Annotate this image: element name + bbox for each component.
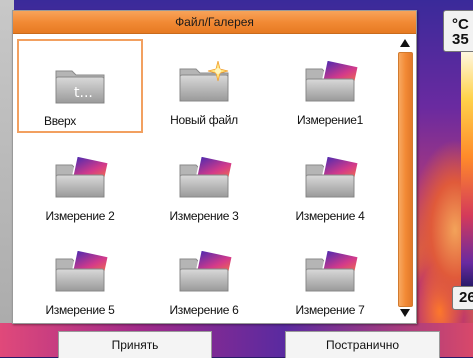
file-grid: t... Вверх Новый файл Измерение1 Измерен…: [13, 39, 393, 319]
item-label: Измерение 7: [295, 303, 365, 317]
gallery-item-up[interactable]: t... Вверх: [17, 39, 143, 133]
folder-up-icon: t...: [52, 63, 108, 107]
scroll-thumb[interactable]: [398, 52, 413, 307]
item-label: Измерение 2: [45, 209, 115, 223]
gallery-item-measurement-4[interactable]: Измерение 4: [267, 135, 393, 229]
gallery-item-new-file[interactable]: Новый файл: [141, 39, 267, 133]
temperature-max-label: °C 35: [443, 10, 473, 52]
gallery-item-measurement-6[interactable]: Измерение 6: [141, 229, 267, 323]
item-label: Измерение 6: [169, 303, 239, 317]
folder-thermal-image-icon: [302, 249, 360, 295]
gallery-item-measurement-2[interactable]: Измерение 2: [17, 135, 143, 229]
temperature-min-label: 26: [452, 286, 473, 310]
temperature-scale-bar: [461, 52, 473, 286]
scroll-up-arrow-icon[interactable]: [400, 39, 410, 47]
item-label: Вверх: [44, 114, 76, 128]
item-label: Измерение1: [296, 113, 364, 127]
folder-thermal-image-icon: [52, 249, 110, 295]
scroll-down-arrow-icon[interactable]: [400, 309, 410, 317]
folder-thermal-image-icon: [302, 155, 360, 201]
gallery-item-measurement-7[interactable]: Измерение 7: [267, 229, 393, 323]
vertical-scrollbar[interactable]: [396, 39, 414, 319]
accept-button[interactable]: Принять: [58, 331, 212, 358]
folder-thermal-image-icon: [176, 249, 234, 295]
folder-thermal-image-icon: [302, 59, 360, 105]
gallery-dialog: Файл/Галерея t... Вверх Новый файл Измер…: [12, 10, 417, 324]
gallery-item-measurement-3[interactable]: Измерение 3: [141, 135, 267, 229]
temperature-max-value: 35: [452, 31, 469, 48]
folder-thermal-image-icon: [52, 155, 110, 201]
svg-text:t...: t...: [74, 85, 93, 101]
folder-new-icon: [176, 60, 232, 105]
dialog-title: Файл/Галерея: [13, 11, 416, 34]
item-label: Измерение 5: [45, 303, 115, 317]
gallery-item-measurement-5[interactable]: Измерение 5: [17, 229, 143, 323]
page-by-page-button[interactable]: Постранично: [285, 331, 440, 358]
item-label: Новый файл: [170, 113, 238, 127]
item-label: Измерение 3: [169, 209, 239, 223]
gallery-item-measurement-1[interactable]: Измерение1: [267, 39, 393, 133]
item-label: Измерение 4: [295, 209, 365, 223]
temperature-unit: °C: [452, 16, 469, 33]
folder-thermal-image-icon: [176, 155, 234, 201]
